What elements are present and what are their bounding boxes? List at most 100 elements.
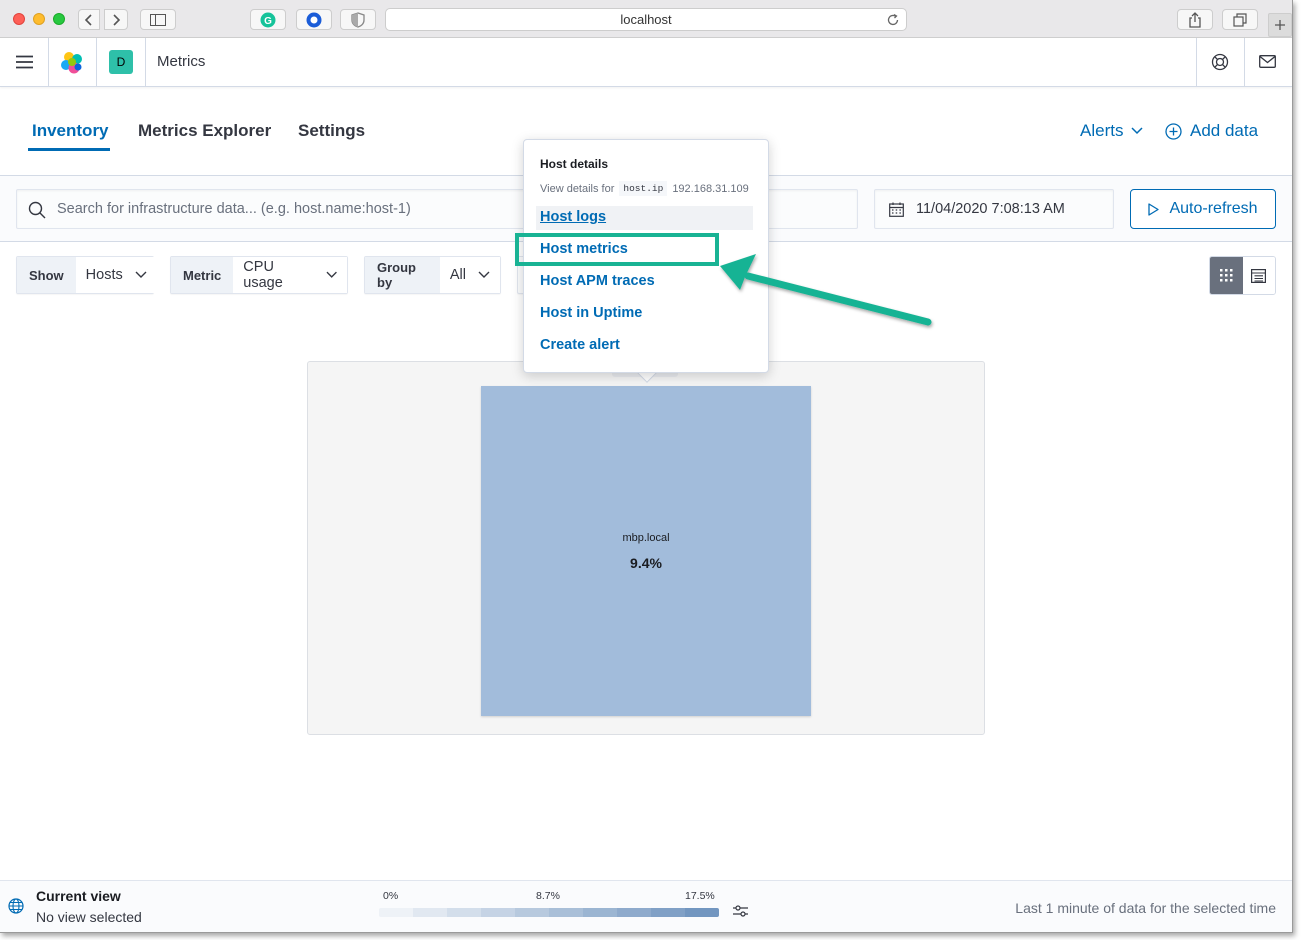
legend-step <box>447 908 481 917</box>
legend-step <box>583 908 617 917</box>
header-separator <box>1244 38 1245 87</box>
highlight-box <box>515 233 719 266</box>
globe-icon <box>8 898 24 914</box>
help-icon[interactable] <box>1211 53 1229 71</box>
table-view-button[interactable] <box>1242 257 1275 294</box>
url-text: localhost <box>620 12 672 27</box>
calendar-icon <box>889 202 904 217</box>
host-logs-link[interactable]: Host logs <box>540 209 606 225</box>
legend-settings-icon[interactable] <box>733 905 748 917</box>
add-data-button[interactable]: Add data <box>1165 121 1258 141</box>
minimize-window-button[interactable] <box>33 13 45 25</box>
mail-icon[interactable] <box>1259 55 1276 68</box>
back-button[interactable] <box>78 9 100 30</box>
tab-inventory[interactable]: Inventory <box>32 121 109 141</box>
chevron-down-icon <box>326 271 337 278</box>
extension-button[interactable] <box>296 9 332 30</box>
play-icon <box>1148 202 1160 216</box>
space-avatar[interactable]: D <box>109 50 133 74</box>
popover-subtitle-prefix: View details for <box>540 182 615 195</box>
host-apm-traces-link[interactable]: Host APM traces <box>540 273 655 289</box>
view-switcher <box>1209 256 1276 295</box>
page-edge <box>1292 0 1302 940</box>
tab-settings[interactable]: Settings <box>298 121 365 141</box>
chevron-right-icon <box>113 13 121 26</box>
shield-icon <box>351 11 365 28</box>
legend-step <box>481 908 515 917</box>
search-input[interactable] <box>57 190 517 228</box>
menu-icon[interactable] <box>16 55 33 69</box>
tab-metrics-explorer[interactable]: Metrics Explorer <box>138 121 271 141</box>
header-separator <box>96 38 97 87</box>
metric-value-button[interactable]: CPU usage <box>233 257 347 293</box>
date-picker[interactable]: 11/04/2020 7:08:13 AM <box>874 189 1114 229</box>
grammarly-extension-button[interactable]: G <box>250 9 286 30</box>
new-tab-button[interactable] <box>1268 13 1292 37</box>
close-window-button[interactable] <box>13 13 25 25</box>
tabs-overview-button[interactable] <box>1222 9 1258 30</box>
page-edge <box>0 932 1302 940</box>
header-separator <box>48 38 49 87</box>
popover-subtitle: View details for host.ip 192.168.31.109 <box>540 181 749 196</box>
metric-value: CPU usage <box>243 259 283 291</box>
svg-text:G: G <box>264 16 272 27</box>
legend-step <box>617 908 651 917</box>
popover-title: Host details <box>540 157 609 171</box>
show-value-button[interactable]: Hosts <box>75 257 157 293</box>
host-uptime-link[interactable]: Host in Uptime <box>540 305 642 321</box>
active-tab-indicator <box>28 148 110 151</box>
chevron-left-icon <box>84 13 92 26</box>
browser-chrome: G localhost <box>0 0 1292 38</box>
show-selector[interactable]: Show Hosts <box>16 256 157 294</box>
url-bar[interactable]: localhost <box>385 8 907 31</box>
header-separator <box>1196 38 1197 87</box>
create-alert-link[interactable]: Create alert <box>540 337 620 353</box>
reload-icon[interactable] <box>886 13 900 27</box>
tabs-icon <box>1233 12 1247 27</box>
host-node[interactable]: mbp.local 9.4% <box>481 386 811 716</box>
breadcrumb-app-title[interactable]: Metrics <box>157 53 205 70</box>
privacy-button[interactable] <box>340 9 376 30</box>
search-icon <box>28 201 46 219</box>
current-view-title[interactable]: Current view <box>36 888 121 904</box>
kibana-header: D Metrics <box>0 38 1292 87</box>
legend-mid-label: 8.7% <box>536 890 560 902</box>
legend-step <box>515 908 549 917</box>
grid-dots-icon <box>1219 269 1233 282</box>
sidebar-icon <box>150 13 166 26</box>
add-data-label: Add data <box>1190 121 1259 140</box>
sidebar-toggle-button[interactable] <box>140 9 176 30</box>
alerts-menu-button[interactable]: Alerts <box>1080 121 1143 141</box>
plus-in-circle-icon <box>1165 122 1182 140</box>
data-time-status: Last 1 minute of data for the selected t… <box>1015 900 1276 916</box>
list-table-icon <box>1251 268 1267 283</box>
chevron-down-icon <box>135 271 147 278</box>
forward-button[interactable] <box>104 9 128 30</box>
host-ip-value: 192.168.31.109 <box>672 182 749 195</box>
host-ip-field: host.ip <box>619 181 668 196</box>
legend-step <box>651 908 685 917</box>
map-view-button[interactable] <box>1210 257 1243 294</box>
chevron-down-icon <box>478 271 490 278</box>
legend-min-label: 0% <box>383 890 399 902</box>
legend-step <box>685 908 719 917</box>
auto-refresh-button[interactable]: Auto-refresh <box>1130 189 1276 229</box>
metric-label: Metric <box>171 257 234 293</box>
date-value: 11/04/2020 7:08:13 AM <box>916 201 1065 217</box>
metric-selector[interactable]: Metric CPU usage <box>170 256 348 294</box>
plus-icon <box>1275 20 1285 30</box>
zoom-window-button[interactable] <box>53 13 65 25</box>
header-separator <box>145 38 146 87</box>
legend-max-label: 17.5% <box>685 890 715 902</box>
legend-gradient <box>379 908 719 917</box>
group-by-value-button[interactable]: All <box>439 257 500 293</box>
node-name: mbp.local <box>622 532 670 544</box>
elastic-logo-icon[interactable] <box>60 51 84 75</box>
show-value: Hosts <box>85 267 123 283</box>
share-button[interactable] <box>1177 9 1213 30</box>
current-view-value: No view selected <box>36 909 142 925</box>
group-by-selector[interactable]: Group by All <box>364 256 501 294</box>
grammarly-icon: G <box>260 12 276 27</box>
annotation-arrow <box>720 254 932 326</box>
ring-icon <box>306 12 322 27</box>
